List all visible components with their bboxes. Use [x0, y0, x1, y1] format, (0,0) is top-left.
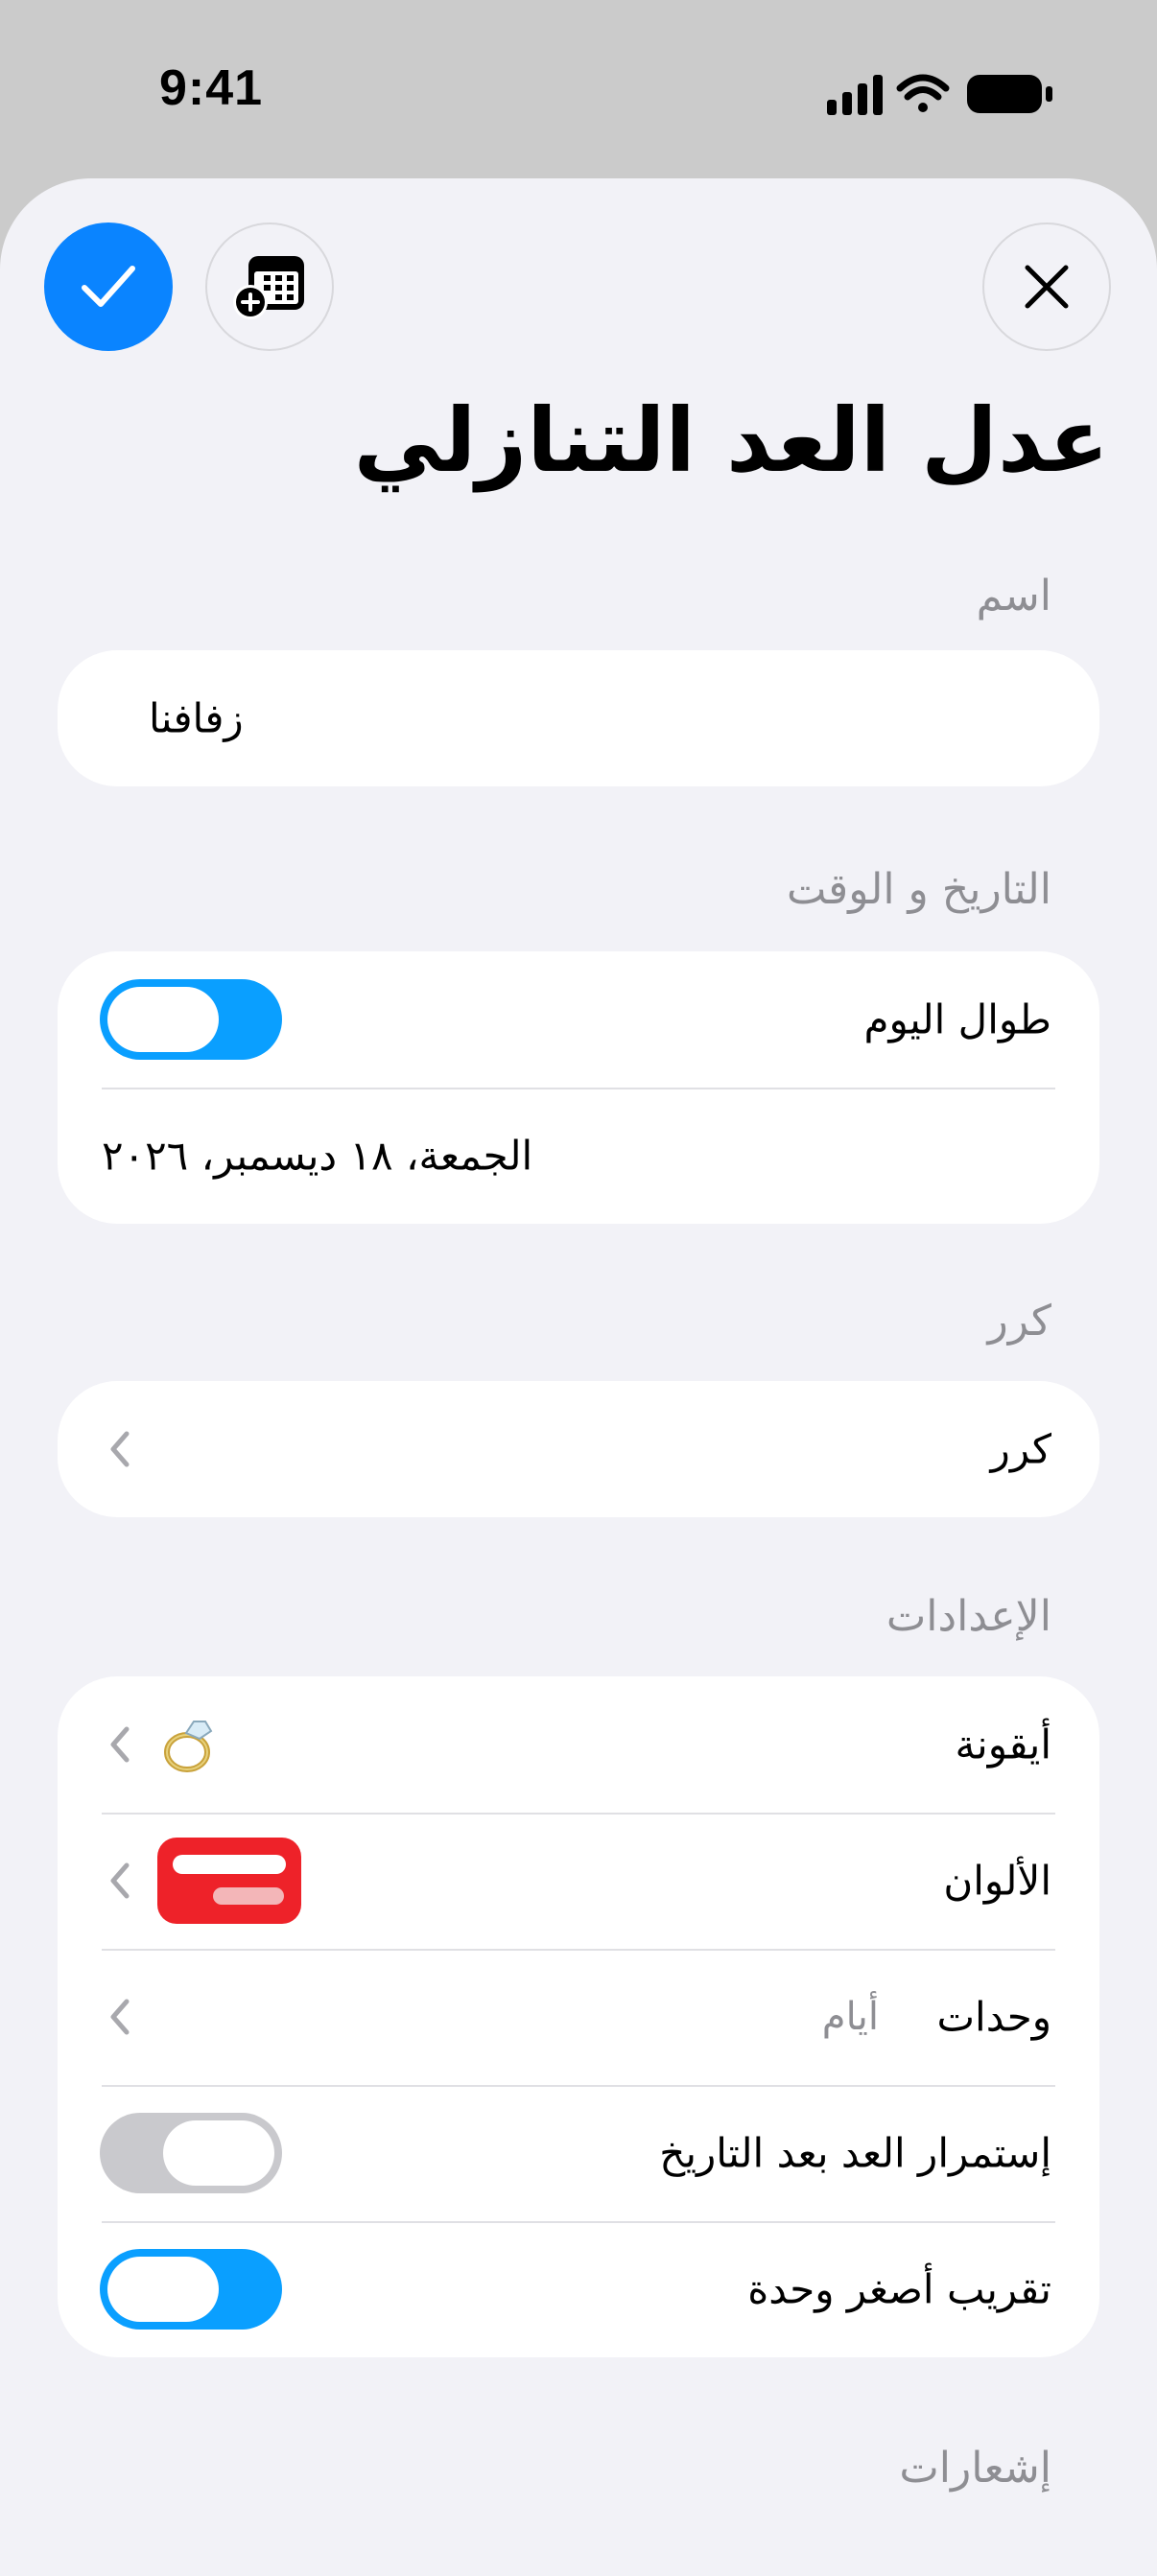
cellular-signal-icon	[827, 75, 883, 115]
units-value: أيام	[821, 1995, 879, 2039]
edit-countdown-sheet: عدل العد التنازلي اسم زفافنا التاريخ و ا…	[0, 178, 1157, 2576]
name-value: زفافنا	[149, 694, 244, 742]
units-row[interactable]: وحدات أيام	[58, 1949, 1099, 2085]
page-title: عدل العد التنازلي	[353, 389, 1109, 492]
continue-after-date-toggle[interactable]	[100, 2113, 282, 2193]
chevron-left-icon	[110, 1862, 130, 1899]
chevron-left-icon	[110, 1999, 130, 2035]
colors-row[interactable]: الألوان	[58, 1813, 1099, 1949]
color-swatch	[157, 1838, 301, 1924]
ring-emoji-icon	[164, 1721, 213, 1772]
icon-row[interactable]: أيقونة	[58, 1676, 1099, 1813]
notifications-section-label: إشعارات	[899, 2444, 1051, 2493]
battery-icon	[967, 75, 1052, 113]
datetime-section-label: التاريخ و الوقت	[786, 865, 1051, 914]
all-day-label: طوال اليوم	[863, 995, 1051, 1043]
status-time: 9:41	[159, 60, 264, 116]
all-day-row: طوال اليوم	[58, 951, 1099, 1088]
name-field[interactable]: زفافنا	[58, 650, 1099, 786]
checkmark-icon	[82, 266, 135, 307]
name-card: زفافنا	[58, 650, 1099, 786]
round-smallest-unit-toggle[interactable]	[100, 2249, 282, 2330]
repeat-row[interactable]: كرر	[58, 1381, 1099, 1517]
chevron-left-icon	[110, 1726, 130, 1763]
date-row[interactable]: الجمعة، ١٨ ديسمبر، ٢٠٢٦	[58, 1088, 1099, 1224]
settings-card: أيقونة الألوان وحدات أيام إستمرار العد ب…	[58, 1676, 1099, 2357]
wifi-icon	[896, 74, 950, 112]
close-button[interactable]	[982, 222, 1111, 351]
datetime-card: طوال اليوم الجمعة، ١٨ ديسمبر، ٢٠٢٦	[58, 951, 1099, 1224]
repeat-card: كرر	[58, 1381, 1099, 1517]
colors-row-label: الألوان	[943, 1857, 1051, 1905]
continue-after-date-row: إستمرار العد بعد التاريخ	[58, 2085, 1099, 2221]
repeat-row-label: كرر	[990, 1425, 1051, 1473]
date-value: الجمعة، ١٨ ديسمبر، ٢٠٢٦	[102, 1132, 533, 1180]
round-smallest-unit-row: تقريب أصغر وحدة	[58, 2221, 1099, 2357]
add-to-calendar-button[interactable]	[205, 222, 334, 351]
units-row-label: وحدات	[936, 1993, 1052, 2041]
calendar-add-icon	[233, 256, 304, 319]
name-section-label: اسم	[976, 572, 1051, 621]
confirm-button[interactable]	[44, 222, 173, 351]
continue-after-date-label: إستمرار العد بعد التاريخ	[659, 2129, 1051, 2177]
all-day-toggle[interactable]	[100, 979, 282, 1060]
close-icon	[1025, 265, 1069, 309]
repeat-section-label: كرر	[987, 1297, 1051, 1346]
settings-section-label: الإعدادات	[885, 1592, 1051, 1641]
round-smallest-unit-label: تقريب أصغر وحدة	[747, 2265, 1051, 2313]
icon-row-label: أيقونة	[955, 1721, 1051, 1768]
status-icons	[827, 71, 1057, 117]
chevron-left-icon	[110, 1431, 130, 1467]
status-bar: 9:41	[0, 0, 1157, 182]
